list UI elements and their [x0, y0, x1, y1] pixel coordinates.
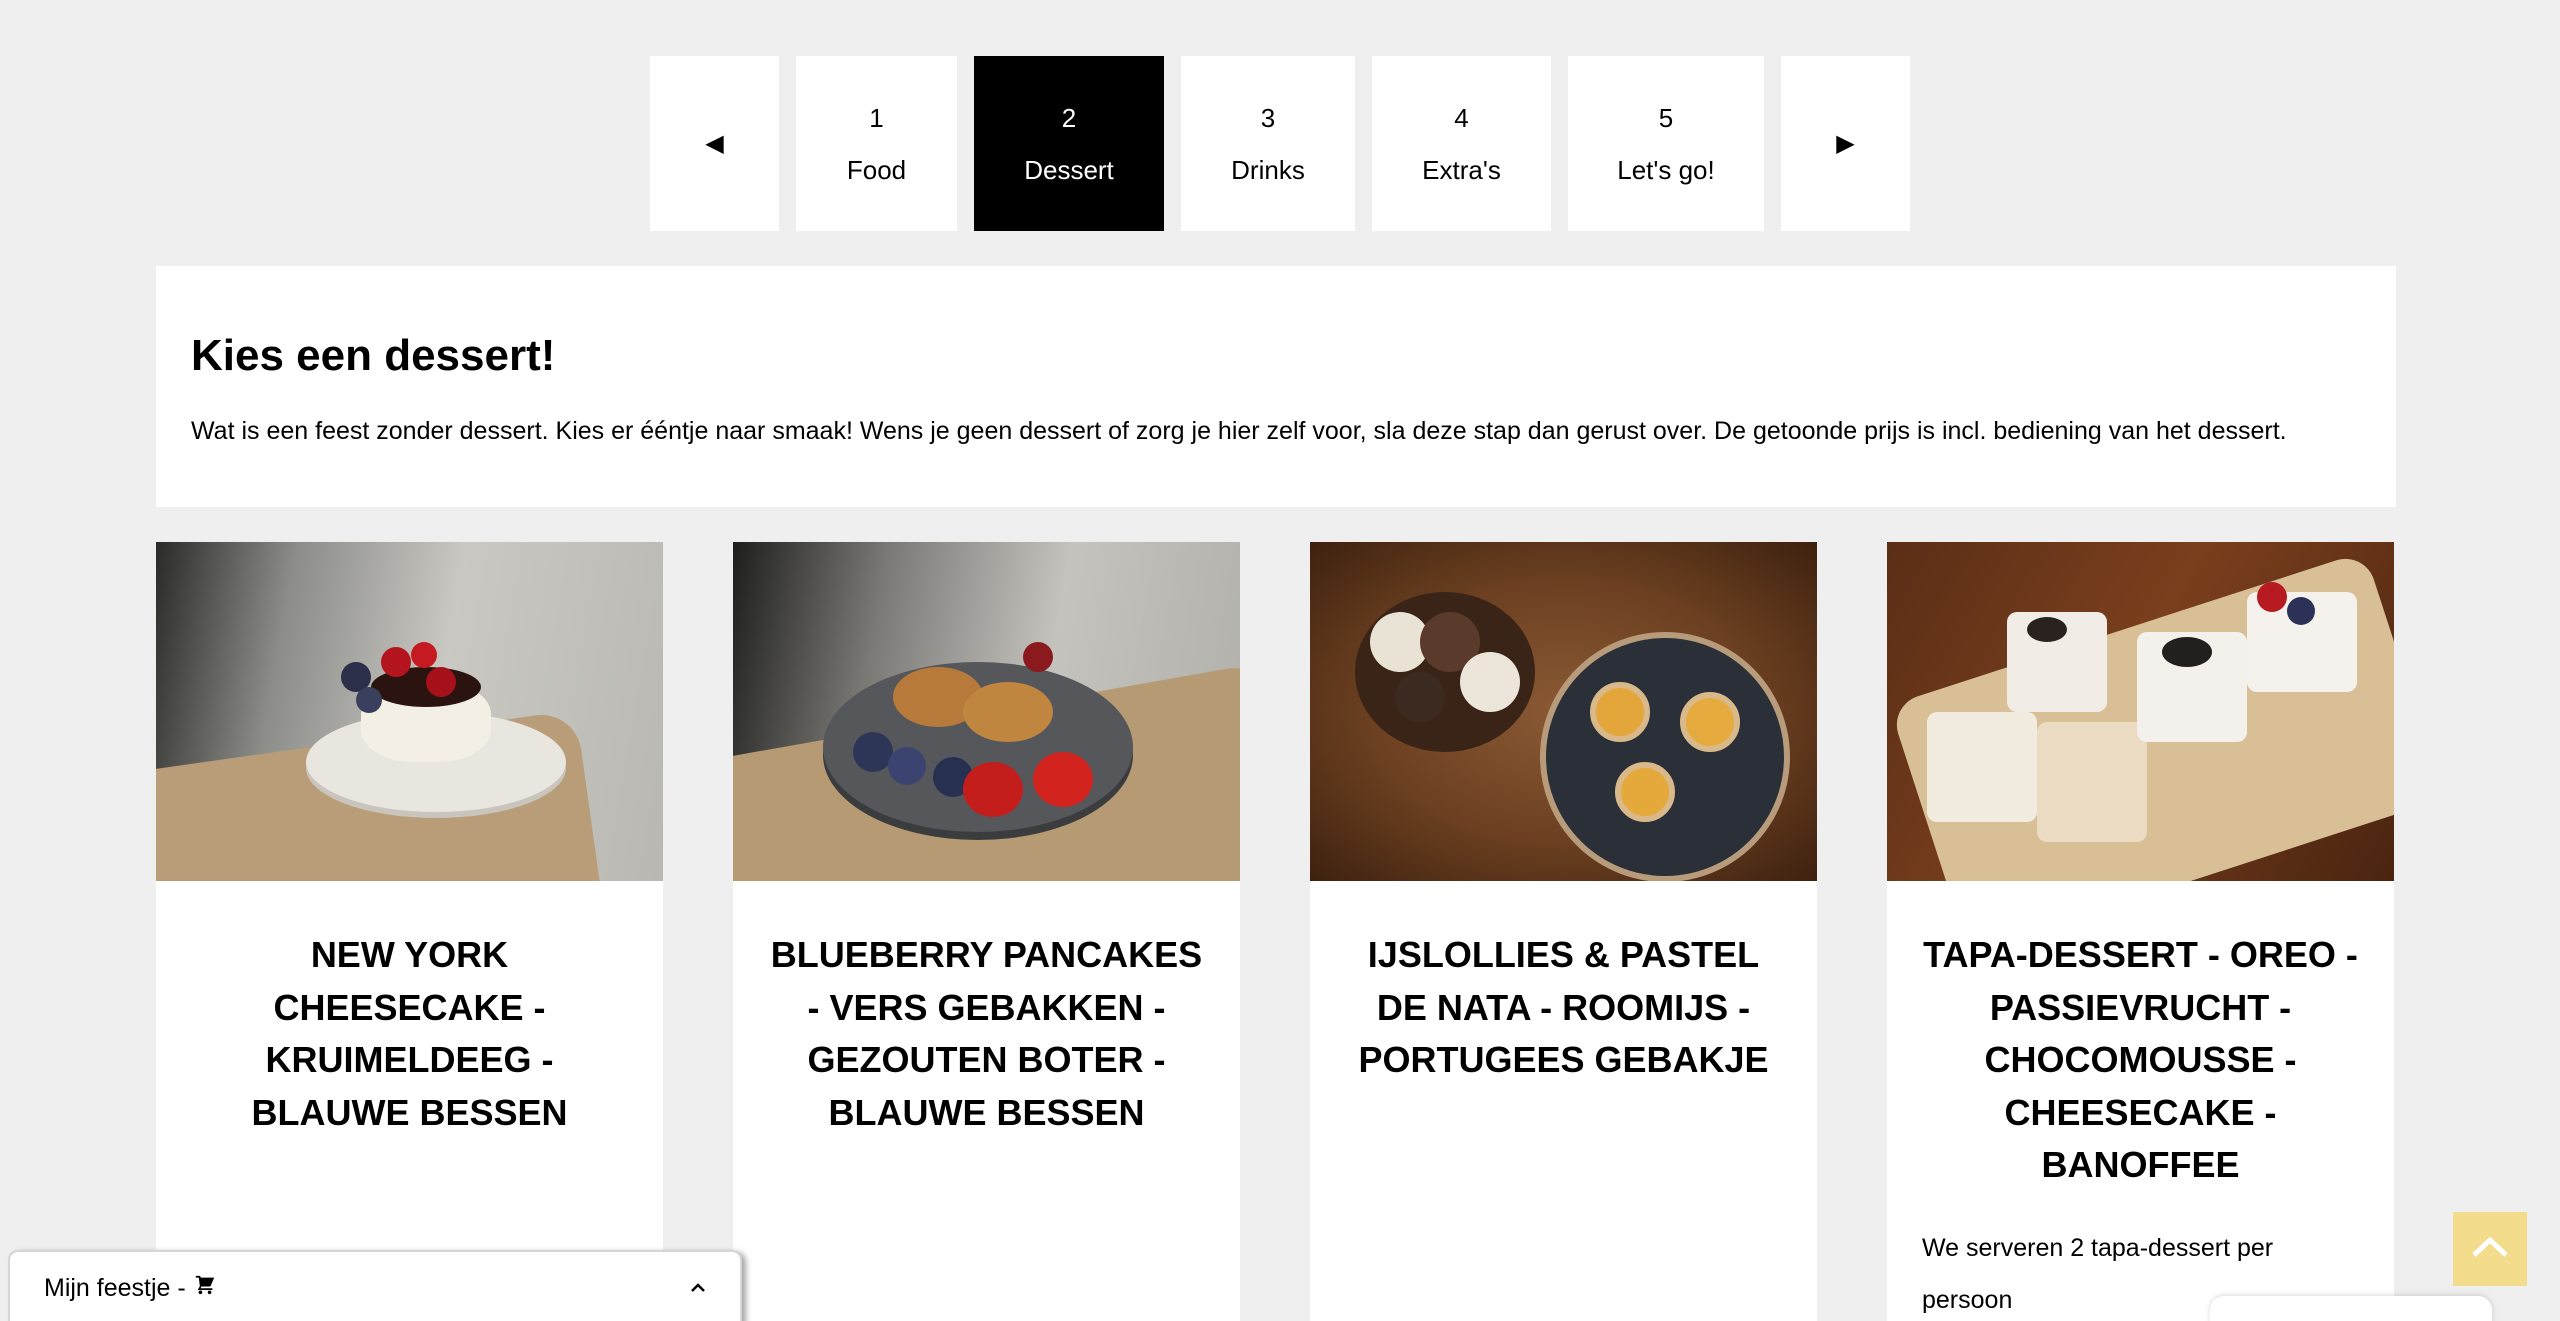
chevron-up-icon — [2470, 1235, 2510, 1264]
prev-step-button[interactable]: ◀ — [650, 56, 779, 231]
chevron-up-icon[interactable] — [690, 1274, 706, 1300]
dessert-image — [733, 542, 1240, 881]
dessert-card[interactable]: TAPA-DESSERT - OREO - PASSIEVRUCHT - CHO… — [1887, 542, 2394, 1321]
step-number: 1 — [869, 102, 884, 133]
dessert-image — [156, 542, 663, 881]
dessert-image — [1310, 542, 1817, 881]
dessert-title: TAPA-DESSERT - OREO - PASSIEVRUCHT - CHO… — [1923, 934, 2358, 1185]
intro-panel: Kies een dessert! Wat is een feest zonde… — [156, 266, 2396, 507]
step-number: 4 — [1454, 102, 1469, 133]
cart-bar[interactable]: Mijn feestje - — [8, 1250, 742, 1321]
step-label: Drinks — [1231, 154, 1305, 185]
intro-text: Wat is een feest zonder dessert. Kies er… — [191, 417, 2287, 445]
step-extras[interactable]: 4 Extra's — [1372, 56, 1551, 231]
dessert-list: NEW YORK CHEESECAKE - KRUIMELDEEG - BLAU… — [156, 542, 2396, 1321]
dessert-card[interactable]: IJSLOLLIES & PASTEL DE NATA - ROOMIJS - … — [1310, 542, 1817, 1321]
step-number: 5 — [1658, 102, 1674, 133]
dessert-title: NEW YORK CHEESECAKE - KRUIMELDEEG - BLAU… — [251, 934, 568, 1133]
step-drinks[interactable]: 3 Drinks — [1181, 56, 1355, 231]
dessert-image — [1887, 542, 2394, 881]
step-label: Let's go! — [1617, 154, 1715, 185]
step-lets-go[interactable]: 5 Let's go! — [1568, 56, 1764, 231]
dessert-card[interactable]: BLUEBERRY PANCAKES - VERS GEBAKKEN - GEZ… — [733, 542, 1240, 1321]
step-number: 2 — [1061, 102, 1077, 133]
dessert-title: IJSLOLLIES & PASTEL DE NATA - ROOMIJS - … — [1358, 934, 1769, 1080]
next-step-button[interactable]: ▶ — [1781, 56, 1910, 231]
step-food[interactable]: 1 Food — [796, 56, 957, 231]
step-number: 3 — [1260, 102, 1276, 133]
step-label: Extra's — [1422, 154, 1501, 185]
step-label: Dessert — [1024, 154, 1114, 185]
page-title: Kies een dessert! — [191, 331, 556, 380]
step-dessert[interactable]: 2 Dessert — [974, 56, 1164, 231]
arrow-right-icon: ▶ — [1836, 130, 1855, 157]
step-navigation: ◀ 1 Food 2 Dessert 3 Drinks 4 Extra's 5 … — [0, 56, 2560, 231]
chat-widget[interactable] — [2210, 1296, 2492, 1321]
dessert-title: BLUEBERRY PANCAKES - VERS GEBAKKEN - GEZ… — [770, 934, 1203, 1133]
step-label: Food — [846, 154, 907, 185]
arrow-left-icon: ◀ — [705, 130, 724, 157]
back-to-top-button[interactable] — [2453, 1212, 2527, 1286]
dessert-card[interactable]: NEW YORK CHEESECAKE - KRUIMELDEEG - BLAU… — [156, 542, 663, 1321]
cart-icon — [194, 1274, 216, 1302]
cart-label: Mijn feestje - — [44, 1274, 186, 1302]
